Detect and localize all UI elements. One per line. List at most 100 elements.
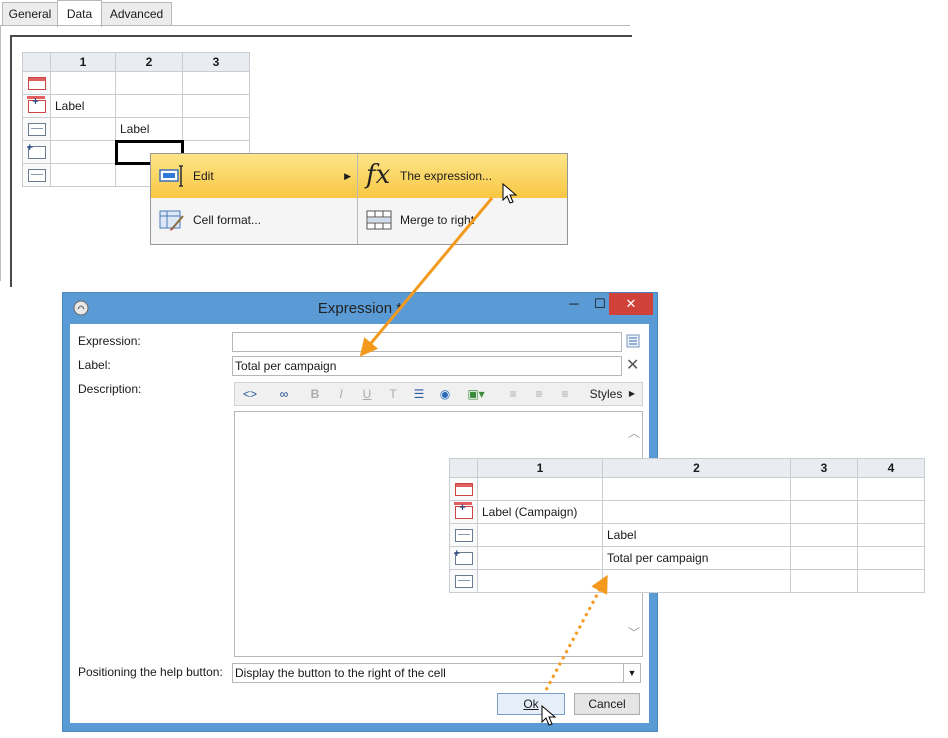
header-row-icon [454,483,473,497]
grid-cell[interactable] [50,117,116,141]
scroll-up-icon[interactable]: ︿ [628,424,640,441]
menu-item-label: Edit [193,169,214,183]
group-row-icon [26,96,46,114]
help-position-select[interactable]: Display the button to the right of the c… [232,663,641,683]
column-header[interactable]: 3 [790,458,858,478]
styles-menu[interactable]: Styles [587,386,625,402]
table-row: Label [22,117,250,141]
grid-cell[interactable] [477,569,603,593]
column-header[interactable]: 2 [602,458,791,478]
expression-field[interactable] [232,332,622,352]
subtotal-row-icon [27,142,46,160]
grid-cell[interactable]: Total per campaign [602,546,791,570]
expression-editor-icon[interactable] [626,334,640,348]
grid-cell[interactable] [115,71,183,95]
table-row: Label (Campaign) [449,500,925,524]
menu-item-cell-format[interactable]: Cell format... [151,198,357,242]
align-left-icon[interactable]: ≡ [505,386,521,402]
underline-icon[interactable]: U [359,386,375,402]
grid-cell[interactable] [50,140,116,164]
styles-arrow-icon[interactable]: ▶ [627,386,637,402]
menu-item-merge-right[interactable]: Merge to right [358,198,567,242]
menu-item-expression[interactable]: fx The expression... [358,154,567,198]
cancel-button[interactable]: Cancel [574,693,640,715]
ok-label: Ok [523,697,539,711]
menu-item-label: Merge to right [400,213,475,227]
grid-cell[interactable] [790,523,858,547]
label-label: Label: [78,358,111,372]
grid-cell[interactable] [182,94,250,118]
grid-cell[interactable]: Label [115,117,183,141]
description-toolbar: <> ∞ B I U T ☰ ◉ ▣▾ ≡ ≡ ≡ Styles ▶ [234,382,643,406]
help-position-value: Display the button to the right of the c… [235,666,446,680]
label-field[interactable]: Total per campaign [232,356,622,376]
table-row [449,569,925,593]
column-header[interactable]: 1 [50,52,116,72]
edit-icon [159,165,183,187]
close-button[interactable]: ✕ [609,293,653,315]
total-row-icon [454,575,473,589]
grid-corner [22,52,51,72]
grid-cell[interactable] [602,500,791,524]
expression-label: Expression: [78,334,141,348]
grid-cell[interactable] [857,500,925,524]
clear-icon[interactable]: ✕ [626,355,639,375]
grid-cell[interactable]: Label [602,523,791,547]
bullet-list-icon[interactable]: ☰ [411,386,427,402]
scroll-down-icon[interactable]: ﹀ [628,624,640,641]
grid-cell[interactable] [857,569,925,593]
column-header[interactable]: 1 [477,458,603,478]
chevron-down-icon[interactable]: ▼ [623,664,640,682]
table-row: Total per campaign [449,546,925,570]
grid-cell[interactable] [115,94,183,118]
column-header[interactable]: 4 [857,458,925,478]
image-icon[interactable]: ▣▾ [463,386,489,402]
clear-format-icon[interactable]: T [385,386,401,402]
grid-cell[interactable] [790,569,858,593]
grid-cell[interactable] [857,477,925,501]
panel-border [0,26,1,281]
tab-general[interactable]: General [2,2,58,25]
grid-cell[interactable] [857,546,925,570]
menu-item-label: Cell format... [193,213,262,227]
align-right-icon[interactable]: ≡ [557,386,573,402]
tab-advanced[interactable]: Advanced [101,2,172,25]
dialog-title-bar[interactable]: Expression * ─ ☐ ✕ [63,293,657,323]
grid-cell[interactable] [790,477,858,501]
grid-cell[interactable] [182,117,250,141]
grid-cell[interactable]: Label [50,94,116,118]
table-row: Label [22,94,250,118]
result-grid: 1 2 3 4 Label (Campaign) Label Total per… [449,458,925,593]
align-center-icon[interactable]: ≡ [531,386,547,402]
column-header[interactable]: 3 [182,52,250,72]
total-row-icon [27,169,46,183]
column-header[interactable]: 2 [115,52,183,72]
find-icon[interactable]: ∞ [273,386,295,402]
link-icon[interactable]: ◉ [437,386,453,402]
grid-cell[interactable] [477,523,603,547]
description-label: Description: [78,382,142,396]
tab-data[interactable]: Data [57,0,102,27]
bold-icon[interactable]: B [307,386,323,402]
grid-cell[interactable] [477,477,603,501]
grid-cell[interactable] [182,71,250,95]
help-position-label: Positioning the help button: [78,665,223,679]
menu-item-label: The expression... [400,169,493,183]
grid-cell[interactable] [790,546,858,570]
source-icon[interactable]: <> [239,386,261,402]
grid-cell[interactable] [857,523,925,547]
grid-cell[interactable] [50,71,116,95]
grid-cell[interactable] [50,163,116,187]
subtotal-row-icon [454,548,473,566]
grid-cell[interactable]: Label (Campaign) [477,500,603,524]
grid-cell[interactable] [602,477,791,501]
header-row-icon [27,77,46,91]
grid-cell[interactable] [790,500,858,524]
merge-icon [366,210,392,230]
table-row: Label [449,523,925,547]
italic-icon[interactable]: I [333,386,349,402]
cancel-label: Cancel [588,697,626,711]
grid-cell[interactable] [477,546,603,570]
grid-cell[interactable] [602,569,791,593]
menu-item-edit[interactable]: Edit ▶ [151,154,357,198]
